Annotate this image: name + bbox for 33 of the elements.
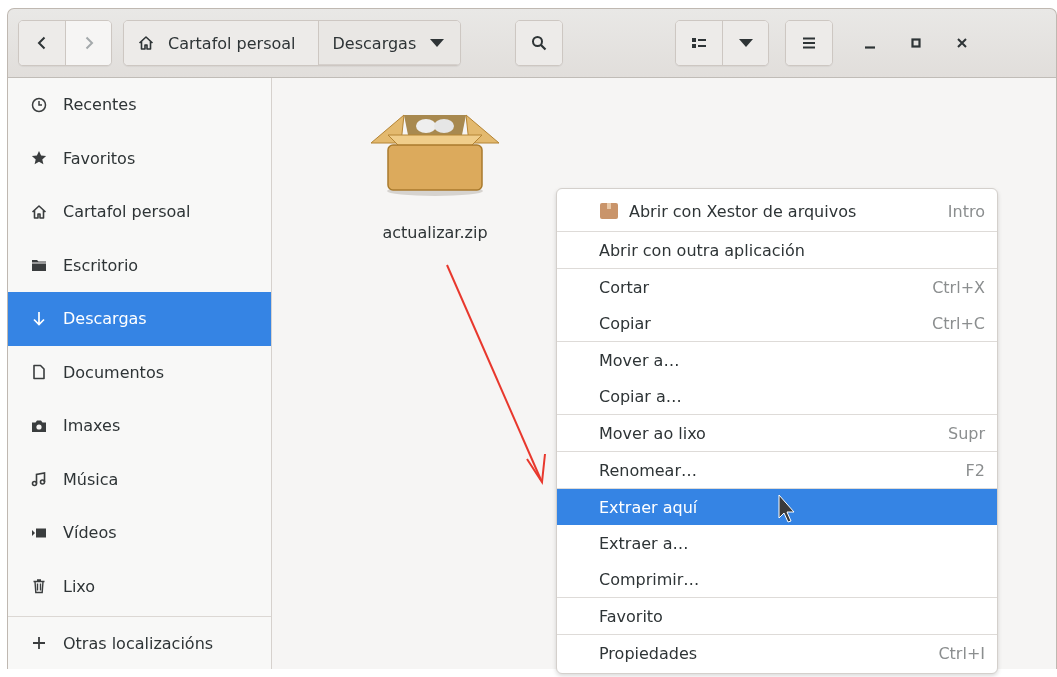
sidebar-item[interactable]: Lixo xyxy=(8,559,271,613)
menu-item[interactable]: Propiedades Ctrl+I xyxy=(557,635,997,671)
shortcut-label: Ctrl+C xyxy=(931,313,985,333)
sidebar-item[interactable]: Imaxes xyxy=(8,399,271,453)
shortcut-label: Supr xyxy=(947,423,985,443)
shortcut-label: Ctrl+X xyxy=(932,277,985,297)
menu-item[interactable]: Extraer aquí xyxy=(557,489,997,525)
menu-item[interactable]: Copiar Ctrl+C xyxy=(557,305,997,341)
sidebar-item[interactable]: Recentes xyxy=(8,78,271,132)
sidebar-item[interactable]: Música xyxy=(8,452,271,506)
menu-item[interactable]: Cortar Ctrl+X xyxy=(557,269,997,305)
menu-item[interactable]: Renomear… F2 xyxy=(557,452,997,488)
path-button[interactable]: Descargas xyxy=(317,21,461,65)
file-name: actualizar.zip xyxy=(382,223,488,242)
menu-item[interactable]: Mover a… xyxy=(557,342,997,378)
sidebar-item[interactable]: Cartafol persoal xyxy=(8,185,271,239)
shortcut-label: Ctrl+I xyxy=(938,643,985,663)
menu-item[interactable]: Comprimir… xyxy=(557,561,997,597)
sidebar-item[interactable]: Vídeos xyxy=(8,506,271,560)
shortcut-label: F2 xyxy=(965,460,985,480)
menu-item[interactable]: Mover ao lixo Supr xyxy=(557,415,997,451)
menu-item[interactable]: Abrir con outra aplicación xyxy=(557,232,997,268)
menu-item[interactable]: Favorito xyxy=(557,598,997,634)
sidebar-item[interactable]: Favoritos xyxy=(8,131,271,185)
sidebar-item[interactable]: Escritorio xyxy=(8,238,271,292)
sidebar-item[interactable]: Documentos xyxy=(8,345,271,399)
menu-item[interactable]: Abrir con Xestor de arquivos Intro xyxy=(557,191,997,231)
menu-item[interactable]: Extraer a… xyxy=(557,525,997,561)
shortcut-label: Intro xyxy=(947,201,985,221)
path-button[interactable]: Cartafol persoal xyxy=(124,21,318,65)
sidebar-item[interactable]: Descargas xyxy=(8,292,271,346)
sidebar-item[interactable]: Otras localizacións xyxy=(8,617,271,669)
menu-item[interactable]: Copiar a… xyxy=(557,378,997,414)
